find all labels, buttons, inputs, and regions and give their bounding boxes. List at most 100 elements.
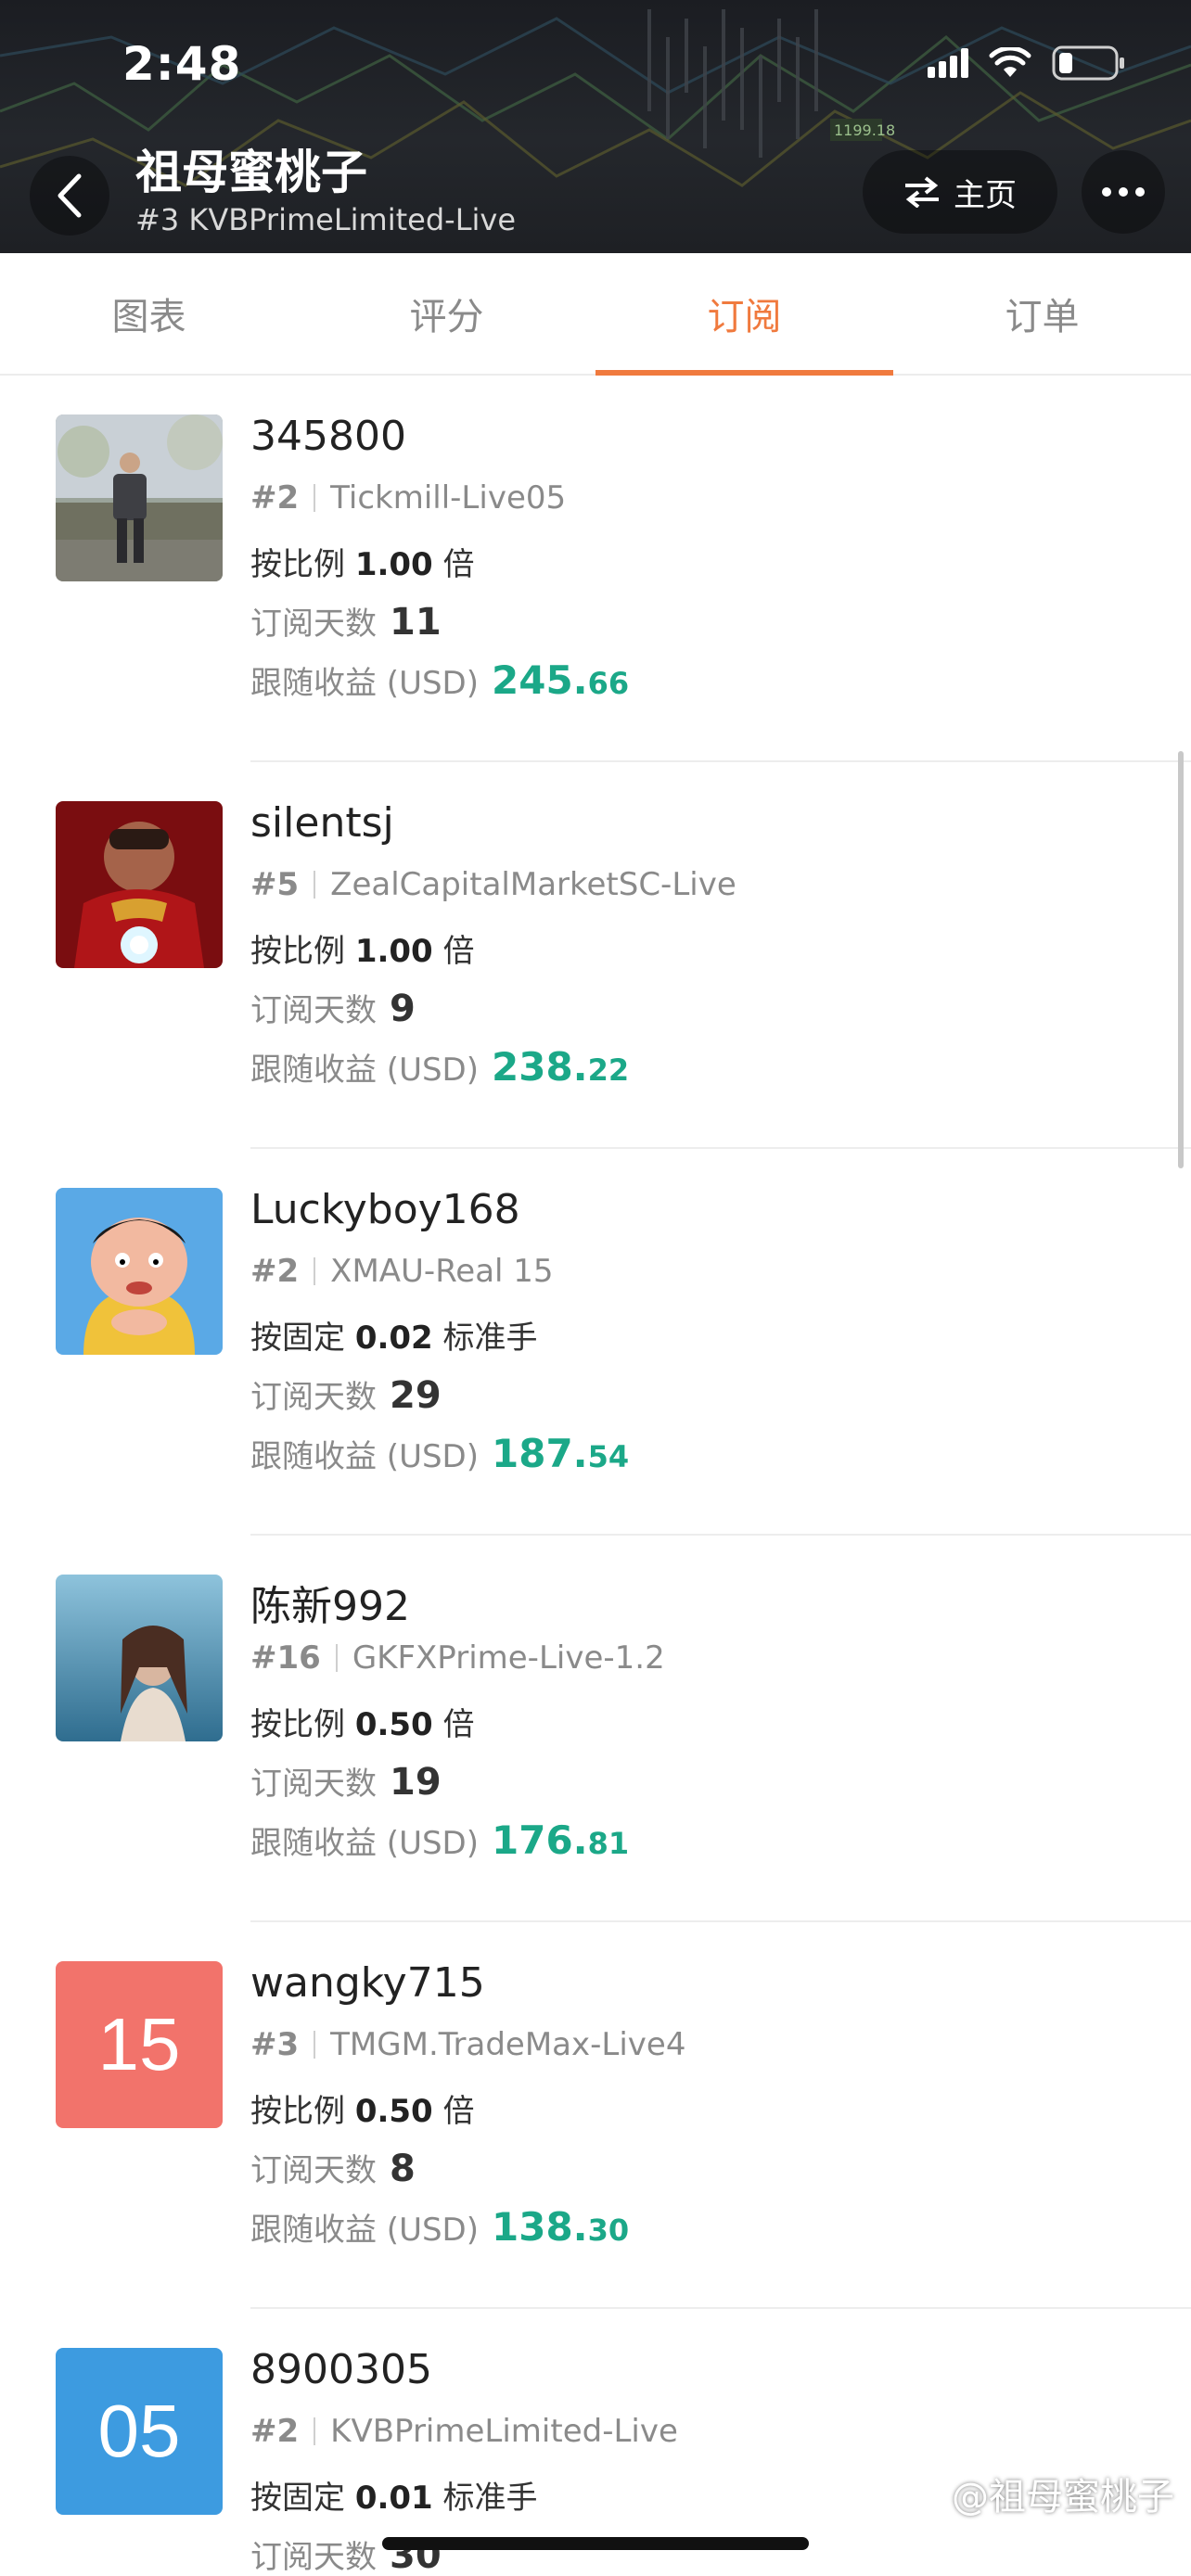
separator: [314, 1257, 316, 1285]
scrollbar[interactable]: [1178, 751, 1184, 1168]
copy-mode-prefix: 按固定: [250, 1320, 345, 1357]
profit-label: 跟随收益 (USD): [250, 2212, 479, 2249]
copy-mode: 按固定 0.02 标准手: [250, 1312, 538, 1358]
rank: #2: [250, 2413, 300, 2450]
follow-profit: 跟随收益 (USD) 238.22: [250, 1044, 629, 1090]
copy-mode: 按比例 1.00 倍: [250, 925, 475, 971]
profit-label: 跟随收益 (USD): [250, 1825, 479, 1862]
page-subtitle: #3 KVBPrimeLimited-Live: [135, 202, 517, 237]
page-title: 祖母蜜桃子: [135, 146, 367, 199]
copy-mode-value: 0.50: [354, 2093, 433, 2130]
copy-mode-value: 0.01: [354, 2480, 433, 2517]
profit-decimal: 81: [587, 1826, 630, 1861]
days-label: 订阅天数: [250, 1766, 377, 1803]
home-button[interactable]: 主页: [863, 150, 1057, 234]
iron-man-avatar-icon: [56, 801, 223, 968]
back-button[interactable]: [30, 156, 109, 236]
subscriber-name: 陈新992: [250, 1583, 410, 1630]
broker-line: #2 KVBPrimeLimited-Live: [250, 2413, 678, 2450]
broker-line: #5 ZealCapitalMarketSC-Live: [250, 866, 736, 903]
copy-mode-suffix: 标准手: [442, 1320, 538, 1357]
copy-mode-value: 0.50: [354, 1706, 433, 1743]
header-chart-price-label: 1199.18: [834, 121, 895, 139]
home-indicator[interactable]: [382, 2537, 809, 2550]
status-icons: [928, 45, 1126, 82]
more-button[interactable]: [1082, 150, 1165, 234]
subscription-days: 订阅天数 29: [250, 1371, 442, 1417]
broker-line: #2 Tickmill-Live05: [250, 479, 566, 516]
copy-mode: 按比例 1.00 倍: [250, 539, 475, 584]
header: 1199.18 2:48 祖母蜜桃子 #3 KVBPrimeLimited-Li…: [0, 0, 1191, 253]
avatar: 15: [56, 1961, 223, 2128]
broker-line: #2 XMAU-Real 15: [250, 1253, 554, 1290]
tab-bar: 图表 评分 订阅 订单: [0, 253, 1191, 376]
person-photo-icon: [56, 414, 223, 581]
avatar: 05: [56, 2348, 223, 2515]
avatar: [56, 1188, 223, 1355]
rank: #2: [250, 479, 300, 516]
broker: ZealCapitalMarketSC-Live: [330, 866, 736, 903]
tab-chart[interactable]: 图表: [0, 253, 298, 374]
subscriber-name: silentsj: [250, 799, 394, 847]
copy-mode-prefix: 按比例: [250, 1706, 345, 1743]
wifi-icon: [989, 47, 1031, 77]
tab-subscriptions[interactable]: 订阅: [596, 253, 893, 376]
follow-profit: 跟随收益 (USD) 187.54: [250, 1431, 629, 1476]
subscriber-item[interactable]: silentsj #5 ZealCapitalMarketSC-Live 按比例 …: [0, 762, 1191, 1149]
avatar: [56, 801, 223, 968]
copy-mode-prefix: 按比例: [250, 933, 345, 970]
days-label: 订阅天数: [250, 2539, 377, 2576]
subscriber-item[interactable]: 15 wangky715 #3 TMGM.TradeMax-Live4 按比例 0…: [0, 1922, 1191, 2309]
profit-integer: 176.: [492, 1817, 588, 1863]
profit-label: 跟随收益 (USD): [250, 1052, 479, 1089]
subscription-days: 订阅天数 11: [250, 598, 442, 644]
profit-decimal: 22: [587, 1052, 630, 1088]
subscriber-item[interactable]: 陈新992 #16 GKFXPrime-Live-1.2 按比例 0.50 倍 订…: [0, 1536, 1191, 1922]
separator: [314, 871, 316, 899]
profit-decimal: 66: [587, 666, 630, 701]
separator: [314, 484, 316, 512]
subscriber-name: 345800: [250, 413, 406, 460]
days-label: 订阅天数: [250, 1379, 377, 1416]
copy-mode: 按比例 0.50 倍: [250, 2085, 475, 2131]
rank: #5: [250, 866, 300, 903]
cartoon-avatar-icon: [56, 1188, 223, 1355]
copy-mode-prefix: 按固定: [250, 2480, 345, 2517]
tab-orders[interactable]: 订单: [893, 253, 1191, 374]
copy-mode-prefix: 按比例: [250, 2093, 345, 2130]
profit-integer: 238.: [492, 1044, 588, 1090]
watermark: @祖母蜜桃子: [952, 2476, 1174, 2519]
subscriber-item[interactable]: 05 8900305 #2 KVBPrimeLimited-Live 按固定 0.…: [0, 2309, 1191, 2576]
subscription-days: 订阅天数 9: [250, 985, 416, 1030]
swap-arrows-icon: [905, 176, 939, 208]
broker: GKFXPrime-Live-1.2: [352, 1639, 665, 1677]
profit-integer: 138.: [492, 2204, 588, 2250]
profit-decimal: 30: [587, 2213, 630, 2248]
copy-mode-suffix: 倍: [442, 933, 475, 970]
broker: KVBPrimeLimited-Live: [330, 2413, 678, 2450]
subscriber-item[interactable]: 345800 #2 Tickmill-Live05 按比例 1.00 倍 订阅天数…: [0, 376, 1191, 762]
subscriber-name: Luckyboy168: [250, 1186, 520, 1233]
days-label: 订阅天数: [250, 2152, 377, 2189]
copy-mode-suffix: 倍: [442, 1706, 475, 1743]
copy-mode-value: 1.00: [354, 546, 433, 583]
cellular-signal-icon: [928, 48, 968, 78]
copy-mode: 按固定 0.01 标准手: [250, 2472, 538, 2518]
copy-mode-value: 0.02: [354, 1320, 433, 1357]
profit-label: 跟随收益 (USD): [250, 665, 479, 702]
broker: TMGM.TradeMax-Live4: [330, 2026, 686, 2063]
broker: XMAU-Real 15: [330, 1253, 554, 1290]
tab-rating[interactable]: 评分: [298, 253, 596, 374]
rank: #16: [250, 1639, 321, 1677]
rank: #2: [250, 1253, 300, 1290]
subscriber-name: 8900305: [250, 2346, 432, 2393]
follow-profit: 跟随收益 (USD) 245.66: [250, 657, 629, 703]
subscriber-item[interactable]: Luckyboy168 #2 XMAU-Real 15 按固定 0.02 标准手 …: [0, 1149, 1191, 1536]
separator: [314, 2031, 316, 2059]
profit-integer: 245.: [492, 657, 588, 703]
status-time: 2:48: [122, 37, 242, 91]
broker-line: #3 TMGM.TradeMax-Live4: [250, 2026, 685, 2063]
rank: #3: [250, 2026, 300, 2063]
separator: [314, 2417, 316, 2445]
copy-mode-suffix: 倍: [442, 546, 475, 583]
